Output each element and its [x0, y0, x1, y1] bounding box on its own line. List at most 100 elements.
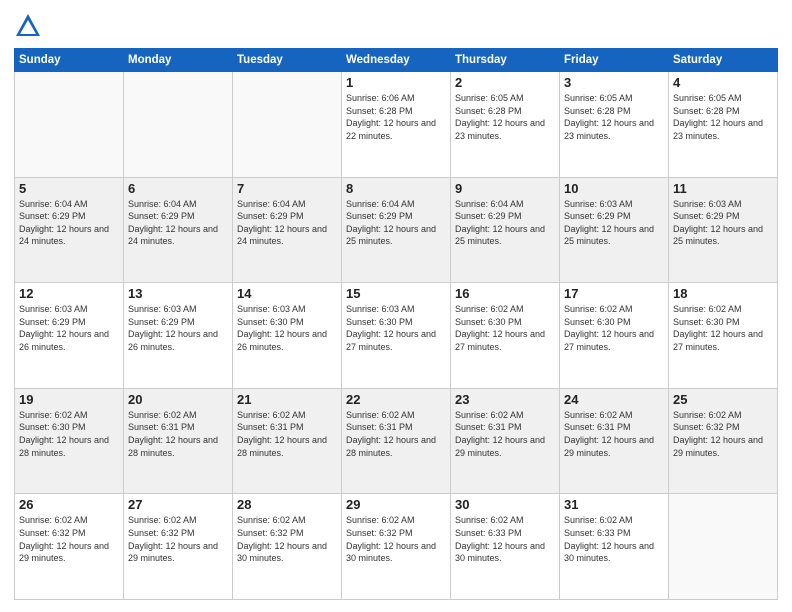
calendar-day-cell: 3 Sunrise: 6:05 AM Sunset: 6:28 PM Daylig…: [560, 72, 669, 178]
day-number: 27: [128, 497, 228, 512]
day-info: Sunrise: 6:02 AM Sunset: 6:31 PM Dayligh…: [237, 409, 337, 459]
day-number: 9: [455, 181, 555, 196]
day-info: Sunrise: 6:04 AM Sunset: 6:29 PM Dayligh…: [455, 198, 555, 248]
day-of-week-header: Saturday: [669, 49, 778, 72]
day-number: 25: [673, 392, 773, 407]
day-number: 4: [673, 75, 773, 90]
day-number: 11: [673, 181, 773, 196]
day-info: Sunrise: 6:02 AM Sunset: 6:32 PM Dayligh…: [346, 514, 446, 564]
day-number: 1: [346, 75, 446, 90]
calendar-week-row: 1 Sunrise: 6:06 AM Sunset: 6:28 PM Daylig…: [15, 72, 778, 178]
day-of-week-header: Tuesday: [233, 49, 342, 72]
calendar-day-cell: 20 Sunrise: 6:02 AM Sunset: 6:31 PM Dayli…: [124, 388, 233, 494]
day-number: 28: [237, 497, 337, 512]
calendar-day-cell: 24 Sunrise: 6:02 AM Sunset: 6:31 PM Dayli…: [560, 388, 669, 494]
calendar-day-cell: 8 Sunrise: 6:04 AM Sunset: 6:29 PM Daylig…: [342, 177, 451, 283]
day-number: 16: [455, 286, 555, 301]
calendar-day-cell: 21 Sunrise: 6:02 AM Sunset: 6:31 PM Dayli…: [233, 388, 342, 494]
day-number: 24: [564, 392, 664, 407]
day-number: 3: [564, 75, 664, 90]
calendar-day-cell: 28 Sunrise: 6:02 AM Sunset: 6:32 PM Dayli…: [233, 494, 342, 600]
day-number: 18: [673, 286, 773, 301]
day-of-week-header: Monday: [124, 49, 233, 72]
calendar-day-cell: [233, 72, 342, 178]
day-info: Sunrise: 6:04 AM Sunset: 6:29 PM Dayligh…: [237, 198, 337, 248]
day-number: 7: [237, 181, 337, 196]
calendar-day-cell: 11 Sunrise: 6:03 AM Sunset: 6:29 PM Dayli…: [669, 177, 778, 283]
day-number: 15: [346, 286, 446, 301]
day-number: 12: [19, 286, 119, 301]
day-info: Sunrise: 6:03 AM Sunset: 6:29 PM Dayligh…: [19, 303, 119, 353]
calendar-day-cell: 22 Sunrise: 6:02 AM Sunset: 6:31 PM Dayli…: [342, 388, 451, 494]
logo: [14, 12, 46, 40]
day-info: Sunrise: 6:02 AM Sunset: 6:31 PM Dayligh…: [128, 409, 228, 459]
day-number: 23: [455, 392, 555, 407]
day-info: Sunrise: 6:02 AM Sunset: 6:30 PM Dayligh…: [19, 409, 119, 459]
calendar-day-cell: 15 Sunrise: 6:03 AM Sunset: 6:30 PM Dayli…: [342, 283, 451, 389]
calendar-day-cell: 10Sunrise: 6:03 AM Sunset: 6:29 PM Dayli…: [560, 177, 669, 283]
calendar-day-cell: 2 Sunrise: 6:05 AM Sunset: 6:28 PM Daylig…: [451, 72, 560, 178]
day-number: 19: [19, 392, 119, 407]
day-number: 26: [19, 497, 119, 512]
day-info: Sunrise: 6:03 AM Sunset: 6:29 PM Dayligh…: [673, 198, 773, 248]
day-of-week-header: Friday: [560, 49, 669, 72]
day-number: 13: [128, 286, 228, 301]
day-info: Sunrise: 6:02 AM Sunset: 6:33 PM Dayligh…: [564, 514, 664, 564]
calendar-day-cell: 18Sunrise: 6:02 AM Sunset: 6:30 PM Dayli…: [669, 283, 778, 389]
day-number: 2: [455, 75, 555, 90]
day-info: Sunrise: 6:02 AM Sunset: 6:33 PM Dayligh…: [455, 514, 555, 564]
calendar-day-cell: [124, 72, 233, 178]
day-info: Sunrise: 6:02 AM Sunset: 6:32 PM Dayligh…: [237, 514, 337, 564]
calendar-day-cell: 23 Sunrise: 6:02 AM Sunset: 6:31 PM Dayli…: [451, 388, 560, 494]
calendar-day-cell: 1 Sunrise: 6:06 AM Sunset: 6:28 PM Daylig…: [342, 72, 451, 178]
calendar-day-cell: 27 Sunrise: 6:02 AM Sunset: 6:32 PM Dayli…: [124, 494, 233, 600]
calendar-day-cell: 16 Sunrise: 6:02 AM Sunset: 6:30 PM Dayli…: [451, 283, 560, 389]
calendar-day-cell: 13 Sunrise: 6:03 AM Sunset: 6:29 PM Dayli…: [124, 283, 233, 389]
calendar-week-row: 12 Sunrise: 6:03 AM Sunset: 6:29 PM Dayli…: [15, 283, 778, 389]
day-info: Sunrise: 6:05 AM Sunset: 6:28 PM Dayligh…: [455, 92, 555, 142]
calendar-week-row: 26 Sunrise: 6:02 AM Sunset: 6:32 PM Dayli…: [15, 494, 778, 600]
day-number: 20: [128, 392, 228, 407]
day-info: Sunrise: 6:02 AM Sunset: 6:32 PM Dayligh…: [673, 409, 773, 459]
day-number: 31: [564, 497, 664, 512]
calendar-day-cell: 7 Sunrise: 6:04 AM Sunset: 6:29 PM Daylig…: [233, 177, 342, 283]
header: [14, 12, 778, 40]
day-info: Sunrise: 6:04 AM Sunset: 6:29 PM Dayligh…: [346, 198, 446, 248]
day-info: Sunrise: 6:04 AM Sunset: 6:29 PM Dayligh…: [19, 198, 119, 248]
day-number: 14: [237, 286, 337, 301]
day-info: Sunrise: 6:05 AM Sunset: 6:28 PM Dayligh…: [673, 92, 773, 142]
day-info: Sunrise: 6:03 AM Sunset: 6:29 PM Dayligh…: [128, 303, 228, 353]
calendar-day-cell: 30 Sunrise: 6:02 AM Sunset: 6:33 PM Dayli…: [451, 494, 560, 600]
day-info: Sunrise: 6:03 AM Sunset: 6:30 PM Dayligh…: [346, 303, 446, 353]
day-number: 17: [564, 286, 664, 301]
day-info: Sunrise: 6:02 AM Sunset: 6:32 PM Dayligh…: [128, 514, 228, 564]
day-number: 8: [346, 181, 446, 196]
day-info: Sunrise: 6:02 AM Sunset: 6:31 PM Dayligh…: [455, 409, 555, 459]
calendar: SundayMondayTuesdayWednesdayThursdayFrid…: [14, 48, 778, 600]
day-number: 6: [128, 181, 228, 196]
day-info: Sunrise: 6:04 AM Sunset: 6:29 PM Dayligh…: [128, 198, 228, 248]
day-info: Sunrise: 6:05 AM Sunset: 6:28 PM Dayligh…: [564, 92, 664, 142]
calendar-day-cell: [669, 494, 778, 600]
day-info: Sunrise: 6:02 AM Sunset: 6:31 PM Dayligh…: [564, 409, 664, 459]
day-info: Sunrise: 6:02 AM Sunset: 6:31 PM Dayligh…: [346, 409, 446, 459]
calendar-day-cell: 12 Sunrise: 6:03 AM Sunset: 6:29 PM Dayli…: [15, 283, 124, 389]
day-of-week-header: Wednesday: [342, 49, 451, 72]
day-info: Sunrise: 6:03 AM Sunset: 6:30 PM Dayligh…: [237, 303, 337, 353]
day-of-week-header: Sunday: [15, 49, 124, 72]
generalblue-icon: [14, 12, 42, 40]
day-info: Sunrise: 6:02 AM Sunset: 6:32 PM Dayligh…: [19, 514, 119, 564]
calendar-day-cell: 4 Sunrise: 6:05 AM Sunset: 6:28 PM Daylig…: [669, 72, 778, 178]
day-of-week-header: Thursday: [451, 49, 560, 72]
day-info: Sunrise: 6:02 AM Sunset: 6:30 PM Dayligh…: [455, 303, 555, 353]
day-number: 30: [455, 497, 555, 512]
calendar-day-cell: 6 Sunrise: 6:04 AM Sunset: 6:29 PM Daylig…: [124, 177, 233, 283]
day-info: Sunrise: 6:06 AM Sunset: 6:28 PM Dayligh…: [346, 92, 446, 142]
calendar-day-cell: 9 Sunrise: 6:04 AM Sunset: 6:29 PM Daylig…: [451, 177, 560, 283]
calendar-day-cell: 25 Sunrise: 6:02 AM Sunset: 6:32 PM Dayli…: [669, 388, 778, 494]
calendar-day-cell: 19 Sunrise: 6:02 AM Sunset: 6:30 PM Dayli…: [15, 388, 124, 494]
calendar-week-row: 19 Sunrise: 6:02 AM Sunset: 6:30 PM Dayli…: [15, 388, 778, 494]
page: SundayMondayTuesdayWednesdayThursdayFrid…: [0, 0, 792, 612]
day-number: 22: [346, 392, 446, 407]
day-number: 21: [237, 392, 337, 407]
